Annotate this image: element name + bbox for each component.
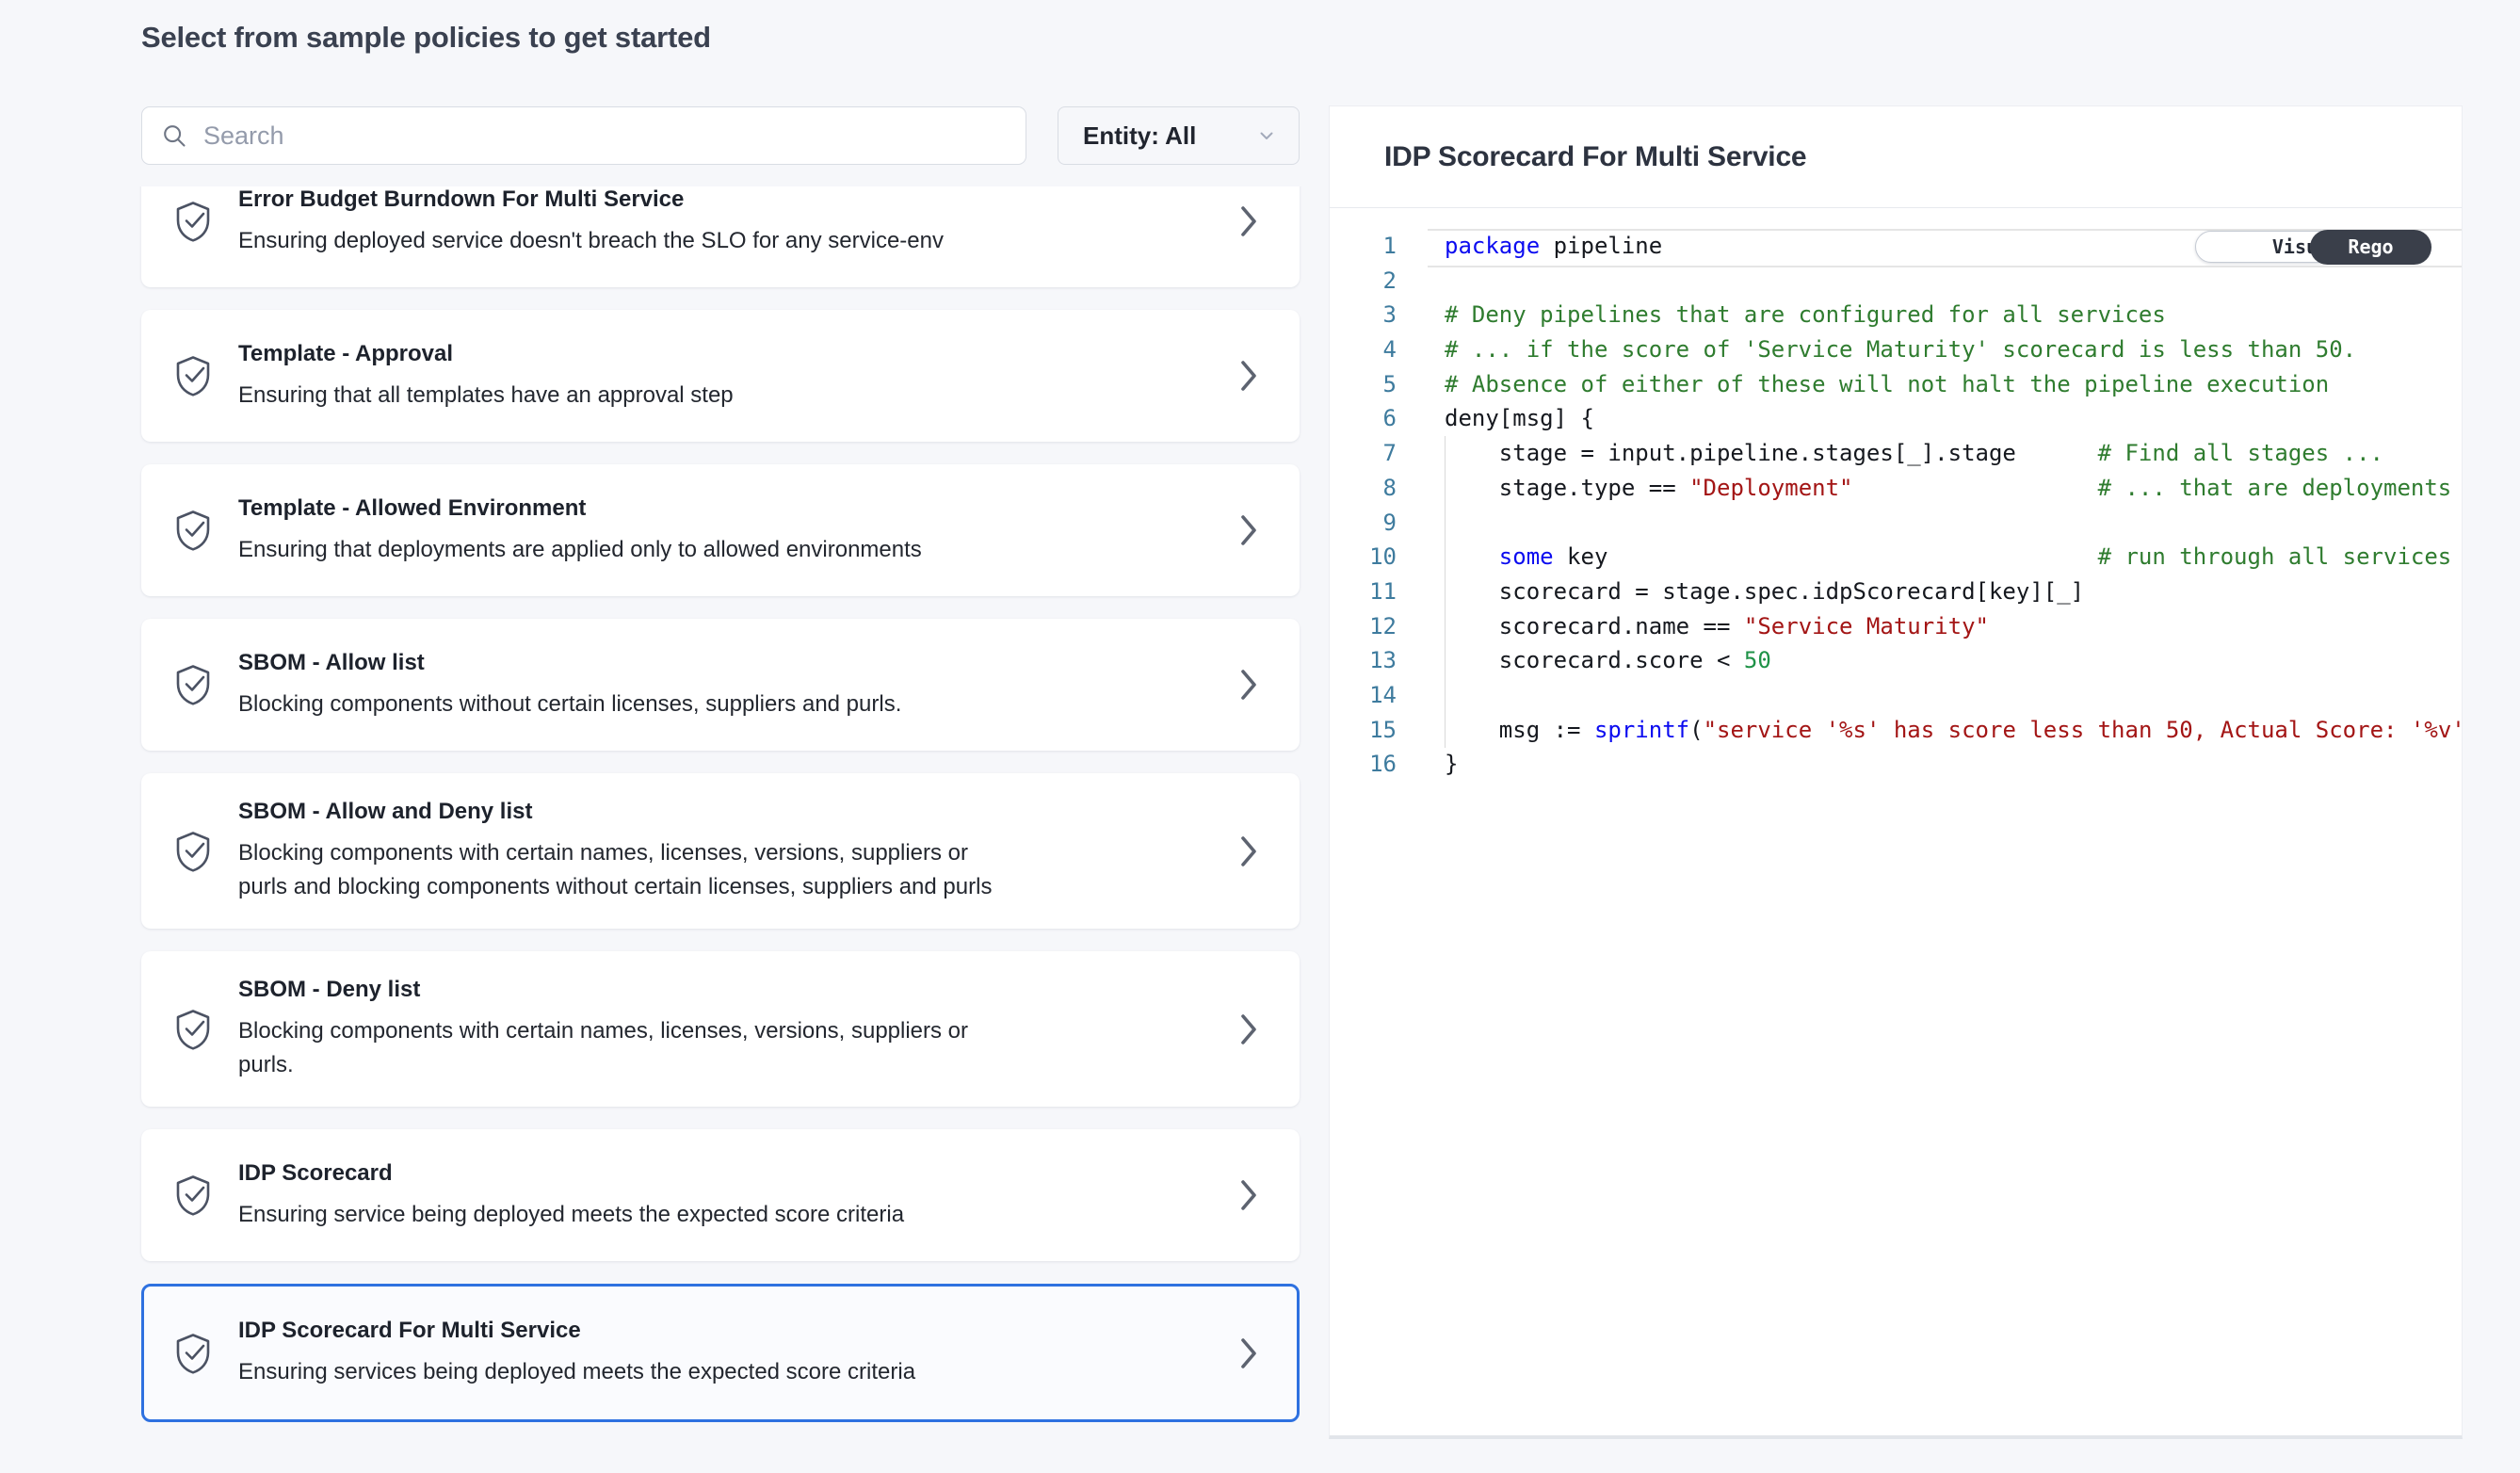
policy-list-viewport[interactable]: Error Budget Burndown For Multi Service … <box>139 186 1303 1439</box>
policy-card-body: SBOM - Allow list Blocking components wi… <box>238 649 1239 721</box>
code-line: 7 stage = input.pipeline.stages[_].stage… <box>1330 436 2462 471</box>
line-number: 3 <box>1330 298 1397 332</box>
entity-filter-dropdown[interactable]: Entity: All <box>1058 106 1300 165</box>
chevron-right-icon <box>1239 1336 1258 1370</box>
policy-title: Error Budget Burndown For Multi Service <box>238 186 1239 214</box>
policy-title: Template - Approval <box>238 340 1239 368</box>
shield-check-icon <box>175 831 238 872</box>
search-box[interactable] <box>141 106 1026 165</box>
line-number: 10 <box>1330 540 1397 575</box>
policy-list: Error Budget Burndown For Multi Service … <box>139 186 1303 1422</box>
policy-card[interactable]: Template - Allowed Environment Ensuring … <box>141 464 1300 596</box>
shield-check-icon <box>175 1009 238 1050</box>
code-line: 8 stage.type == "Deployment" # ... that … <box>1330 471 2462 506</box>
policy-card[interactable]: IDP Scorecard Ensuring service being dep… <box>141 1129 1300 1261</box>
code-lines: 1package pipeline23# Deny pipelines that… <box>1330 208 2462 782</box>
shield-check-icon <box>175 664 238 705</box>
page-title: Select from sample policies to get start… <box>141 20 711 56</box>
chevron-right-icon <box>1239 359 1258 393</box>
code-line: 12 scorecard.name == "Service Maturity" <box>1330 609 2462 644</box>
policy-title: SBOM - Allow list <box>238 649 1239 677</box>
shield-check-icon <box>175 510 238 551</box>
chevron-right-icon <box>1239 834 1258 868</box>
code-editor[interactable]: 1package pipeline23# Deny pipelines that… <box>1330 208 2462 1433</box>
line-number: 12 <box>1330 609 1397 644</box>
policy-card[interactable]: SBOM - Allow and Deny list Blocking comp… <box>141 773 1300 929</box>
chevron-right-icon <box>1239 513 1258 547</box>
line-number: 11 <box>1330 575 1397 609</box>
chevron-down-icon <box>1255 124 1278 147</box>
policy-description: Blocking components without certain lice… <box>238 688 1239 721</box>
policy-title: IDP Scorecard For Multi Service <box>238 1317 1239 1345</box>
policy-description: Ensuring service being deployed meets th… <box>238 1198 1239 1232</box>
search-icon <box>161 122 187 149</box>
line-number: 15 <box>1330 713 1397 748</box>
shield-check-icon <box>175 1333 238 1374</box>
line-number: 14 <box>1330 678 1397 713</box>
policy-description: Ensuring deployed service doesn't breach… <box>238 224 1239 258</box>
shield-check-icon <box>175 1174 238 1216</box>
policy-description: Ensuring that all templates have an appr… <box>238 379 1239 413</box>
line-number: 4 <box>1330 332 1397 367</box>
code-line: 10 some key # run through all services <box>1330 540 2462 575</box>
chevron-right-icon <box>1239 1178 1258 1212</box>
policy-title: Template - Allowed Environment <box>238 494 1239 523</box>
list-controls: Entity: All <box>141 106 1300 165</box>
policy-card-body: SBOM - Allow and Deny list Blocking comp… <box>238 798 1239 904</box>
entity-filter-label: Entity: All <box>1083 121 1196 151</box>
policy-card-body: SBOM - Deny list Blocking components wit… <box>238 976 1239 1082</box>
line-number: 16 <box>1330 747 1397 782</box>
policy-card-body: IDP Scorecard Ensuring service being dep… <box>238 1159 1239 1232</box>
policy-card-body: Template - Allowed Environment Ensuring … <box>238 494 1239 567</box>
chevron-right-icon <box>1239 1012 1258 1046</box>
shield-check-icon <box>175 355 238 397</box>
code-line: 5# Absence of either of these will not h… <box>1330 367 2462 402</box>
policy-card-body: IDP Scorecard For Multi Service Ensuring… <box>238 1317 1239 1389</box>
detail-header: IDP Scorecard For Multi Service <box>1330 106 2462 208</box>
policy-title: SBOM - Allow and Deny list <box>238 798 1239 826</box>
policy-card[interactable]: Template - Approval Ensuring that all te… <box>141 310 1300 442</box>
policy-description: Ensuring that deployments are applied on… <box>238 533 1239 567</box>
line-number: 5 <box>1330 367 1397 402</box>
code-line: 13 scorecard.score < 50 <box>1330 643 2462 678</box>
visual-rego-toggle[interactable]: Visual Rego <box>2195 231 2431 263</box>
policy-card[interactable]: Error Budget Burndown For Multi Service … <box>141 186 1300 287</box>
policy-title: SBOM - Deny list <box>238 976 1239 1004</box>
toggle-rego-button[interactable]: Rego <box>2310 230 2431 265</box>
policy-description: Blocking components with certain names, … <box>238 836 1239 904</box>
line-number: 8 <box>1330 471 1397 506</box>
policy-card-body: Error Budget Burndown For Multi Service … <box>238 186 1239 258</box>
policy-description: Ensuring services being deployed meets t… <box>238 1355 1239 1389</box>
line-number: 6 <box>1330 401 1397 436</box>
code-line: 11 scorecard = stage.spec.idpScorecard[k… <box>1330 575 2462 609</box>
policy-description: Blocking components with certain names, … <box>238 1014 1239 1082</box>
detail-title: IDP Scorecard For Multi Service <box>1384 141 1806 173</box>
policy-card[interactable]: IDP Scorecard For Multi Service Ensuring… <box>141 1284 1300 1422</box>
chevron-right-icon <box>1239 668 1258 702</box>
code-line: 3# Deny pipelines that are configured fo… <box>1330 298 2462 332</box>
search-input[interactable] <box>202 121 1007 152</box>
code-line: 4# ... if the score of 'Service Maturity… <box>1330 332 2462 367</box>
code-line: 2 <box>1330 264 2462 299</box>
code-line: 9 <box>1330 506 2462 541</box>
policy-card[interactable]: SBOM - Allow list Blocking components wi… <box>141 619 1300 751</box>
chevron-right-icon <box>1239 204 1258 238</box>
line-number: 7 <box>1330 436 1397 471</box>
code-line: 6deny[msg] { <box>1330 401 2462 436</box>
policy-card[interactable]: SBOM - Deny list Blocking components wit… <box>141 951 1300 1107</box>
line-number: 13 <box>1330 643 1397 678</box>
line-number: 1 <box>1330 229 1397 264</box>
policy-title: IDP Scorecard <box>238 1159 1239 1188</box>
policy-detail-panel: IDP Scorecard For Multi Service 1package… <box>1329 105 2463 1439</box>
code-line: 16} <box>1330 747 2462 782</box>
code-line: 14 <box>1330 678 2462 713</box>
line-number: 2 <box>1330 264 1397 299</box>
code-line: 15 msg := sprintf("service '%s' has scor… <box>1330 713 2462 748</box>
policy-card-body: Template - Approval Ensuring that all te… <box>238 340 1239 413</box>
line-number: 9 <box>1330 506 1397 541</box>
shield-check-icon <box>175 201 238 242</box>
